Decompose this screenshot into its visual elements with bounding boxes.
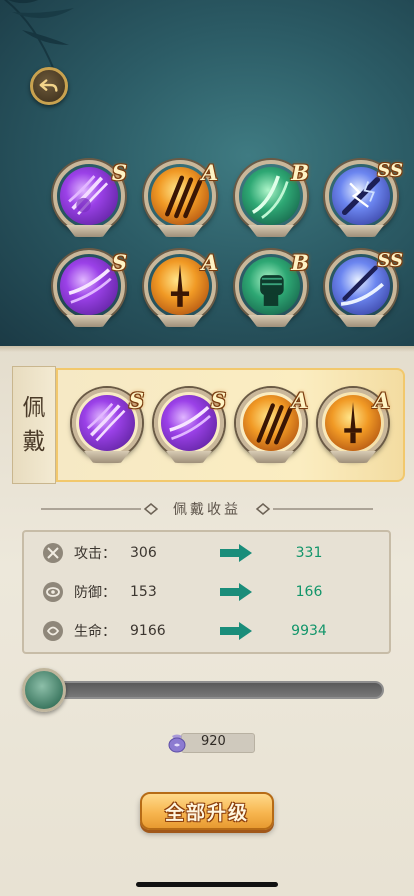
grade-badge: A — [201, 250, 218, 275]
equipped-label-char: 戴 — [22, 429, 46, 455]
defense-icon — [43, 582, 63, 602]
arrow-right-icon — [220, 544, 252, 562]
stat-next: 166 — [295, 584, 323, 600]
triple-blade-icon — [151, 167, 209, 225]
grade-badge: S — [210, 388, 226, 413]
grade-badge: A — [291, 388, 308, 413]
life-icon — [43, 621, 63, 641]
skill-slot-4[interactable]: SS — [325, 160, 403, 237]
stat-row-life: 生命： 9166 9934 — [24, 613, 389, 649]
stats-panel: 攻击： 306 331 防御： 153 166 生命： 9166 9934 — [22, 530, 391, 654]
grade-badge: S — [111, 250, 127, 275]
purple-slash-icon — [60, 257, 118, 315]
stat-label: 防御： — [74, 585, 116, 601]
left-ornament-icon — [41, 503, 159, 515]
arrow-right-icon — [220, 583, 252, 601]
arrow-right-icon — [220, 622, 252, 640]
skill-slot-7[interactable]: B — [235, 250, 309, 327]
skill-slot-6[interactable]: A — [144, 250, 218, 327]
skill-slot-5[interactable]: S — [53, 250, 127, 327]
stat-next: 9934 — [291, 623, 327, 639]
back-button[interactable] — [30, 67, 68, 105]
home-indicator[interactable] — [136, 882, 278, 887]
grade-badge: S — [111, 160, 127, 185]
equipped-slot-2[interactable]: S — [154, 388, 226, 463]
grade-badge: A — [201, 160, 218, 185]
skill-slot-8[interactable]: SS — [325, 250, 403, 327]
back-arrow-icon — [39, 79, 58, 92]
stat-label: 攻击： — [74, 546, 116, 562]
benefits-header: 佩戴收益 — [0, 497, 414, 521]
stat-current: 306 — [130, 545, 157, 561]
equipped-label-char: 佩 — [22, 395, 46, 421]
flame-sword-icon — [151, 257, 209, 315]
equipped-label: 佩 戴 — [12, 366, 56, 484]
claw-strike-icon — [60, 167, 118, 225]
skill-slot-1[interactable]: S — [53, 160, 127, 237]
equipped-slot-3[interactable]: A — [236, 388, 308, 463]
stat-label: 生命： — [74, 624, 116, 640]
upgrade-cost: 920 — [165, 732, 255, 754]
attack-icon — [43, 543, 63, 563]
upgrade-all-label: 全部升级 — [164, 801, 249, 824]
grade-badge: B — [291, 160, 309, 185]
benefits-title: 佩戴收益 — [173, 502, 241, 518]
grade-badge: A — [373, 388, 390, 413]
skill-slot-2[interactable]: A — [144, 160, 218, 237]
equipped-slot-4[interactable]: A — [318, 388, 390, 463]
upgrade-all-button[interactable]: 全部升级 — [140, 792, 274, 830]
slider-track[interactable] — [38, 681, 384, 699]
cost-value: 920 — [201, 734, 226, 749]
coin-pouch-icon — [168, 734, 186, 753]
equipped-slots: S S A A — [56, 368, 405, 482]
stat-next: 331 — [295, 545, 323, 561]
level-slider[interactable] — [22, 668, 386, 712]
grade-badge: B — [291, 250, 309, 275]
grade-badge: SS — [377, 250, 403, 271]
skill-slot-3[interactable]: B — [235, 160, 309, 237]
flame-sword-icon — [325, 395, 381, 451]
right-ornament-icon — [255, 503, 373, 515]
purple-slash-icon — [161, 395, 217, 451]
triple-blade-icon — [243, 395, 299, 451]
slider-handle[interactable] — [22, 668, 66, 712]
equipped-slot-1[interactable]: S — [72, 388, 144, 463]
stat-row-attack: 攻击： 306 331 — [24, 535, 389, 571]
equipped-bar: 佩 戴 S S A A — [12, 366, 405, 484]
skill-scene: S A B SS S A B SS — [0, 0, 414, 346]
stat-current: 9166 — [130, 623, 166, 639]
stat-row-defense: 防御： 153 166 — [24, 574, 389, 610]
grade-badge: SS — [377, 160, 403, 181]
claw-strike-icon — [79, 395, 135, 451]
grade-badge: S — [128, 388, 144, 413]
stat-current: 153 — [130, 584, 157, 600]
